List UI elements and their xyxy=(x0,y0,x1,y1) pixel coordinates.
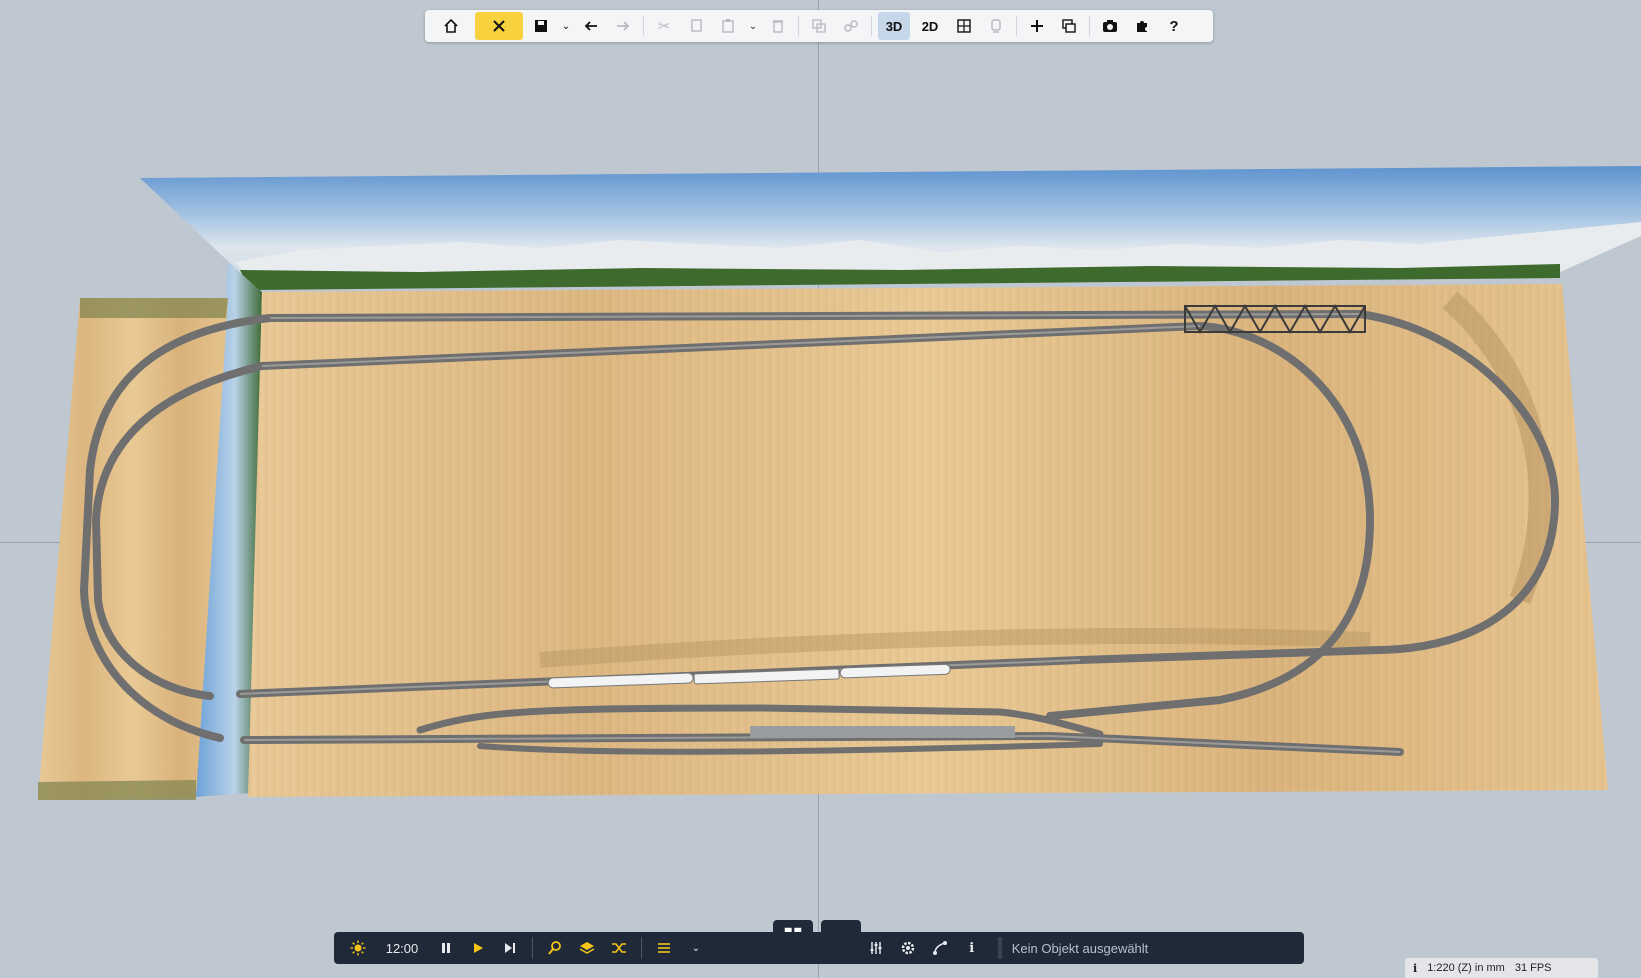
grid-icon[interactable] xyxy=(950,12,978,40)
layout-3d-viewport[interactable] xyxy=(0,0,1641,978)
toolbar-divider xyxy=(641,937,642,959)
cut-icon[interactable]: ✂ xyxy=(650,12,678,40)
train-icon[interactable] xyxy=(982,12,1010,40)
mixer-icon[interactable] xyxy=(863,934,889,962)
toolbar-divider xyxy=(532,937,533,959)
bottom-toolbar: 12:00 ⌄ i Kein Objekt ausgewählt xyxy=(334,932,1304,964)
scale-readout: 1:220 (Z) in mm xyxy=(1427,962,1505,974)
station-platform xyxy=(750,726,1015,738)
view-2d-button[interactable]: 2D xyxy=(914,12,946,40)
shuffle-icon[interactable] xyxy=(606,934,632,962)
play-icon[interactable] xyxy=(465,934,491,962)
status-info-icon[interactable]: i xyxy=(1413,962,1417,975)
plugin-puzzle-icon[interactable] xyxy=(1128,12,1156,40)
undo-icon[interactable] xyxy=(577,12,605,40)
search-icon[interactable] xyxy=(542,934,568,962)
step-icon[interactable] xyxy=(497,934,523,962)
view-3d-button[interactable]: 3D xyxy=(878,12,910,40)
toolbar-divider xyxy=(1016,16,1017,36)
redo-icon[interactable] xyxy=(609,12,637,40)
paste-dropdown-chevron-icon[interactable]: ⌄ xyxy=(746,12,760,40)
camera-icon[interactable] xyxy=(1096,12,1124,40)
list-icon[interactable] xyxy=(651,934,677,962)
paste-icon[interactable] xyxy=(714,12,742,40)
list-dropdown-chevron-icon[interactable]: ⌄ xyxy=(683,934,709,962)
info-icon[interactable]: i xyxy=(959,934,985,962)
save-icon[interactable] xyxy=(527,12,555,40)
toolbar-divider xyxy=(1089,16,1090,36)
layers-icon[interactable] xyxy=(574,934,600,962)
link-icon[interactable] xyxy=(837,12,865,40)
add-icon[interactable] xyxy=(1023,12,1051,40)
save-dropdown-chevron-icon[interactable]: ⌄ xyxy=(559,12,573,40)
toolbar-divider xyxy=(643,16,644,36)
settings-icon[interactable] xyxy=(895,934,921,962)
home-icon[interactable] xyxy=(431,12,471,40)
sun-icon[interactable] xyxy=(345,934,371,962)
window-icon[interactable] xyxy=(1055,12,1083,40)
fps-readout: 31 FPS xyxy=(1514,962,1552,974)
edit-tools-icon[interactable] xyxy=(475,12,523,40)
top-toolbar: ⌄ ✂ ⌄ 3D 2D ? xyxy=(425,10,1213,42)
pause-icon[interactable] xyxy=(433,934,459,962)
group-icon[interactable] xyxy=(805,12,833,40)
toolbar-divider xyxy=(871,16,872,36)
delete-icon[interactable] xyxy=(764,12,792,40)
selection-status: Kein Objekt ausgewählt xyxy=(997,937,1148,959)
toolbar-divider xyxy=(798,16,799,36)
time-display[interactable]: 12:00 xyxy=(374,941,430,956)
help-icon[interactable]: ? xyxy=(1160,12,1188,40)
route-icon[interactable] xyxy=(927,934,953,962)
copy-icon[interactable] xyxy=(682,12,710,40)
status-bar: i 1:220 (Z) in mm 31 FPS xyxy=(1405,958,1598,978)
